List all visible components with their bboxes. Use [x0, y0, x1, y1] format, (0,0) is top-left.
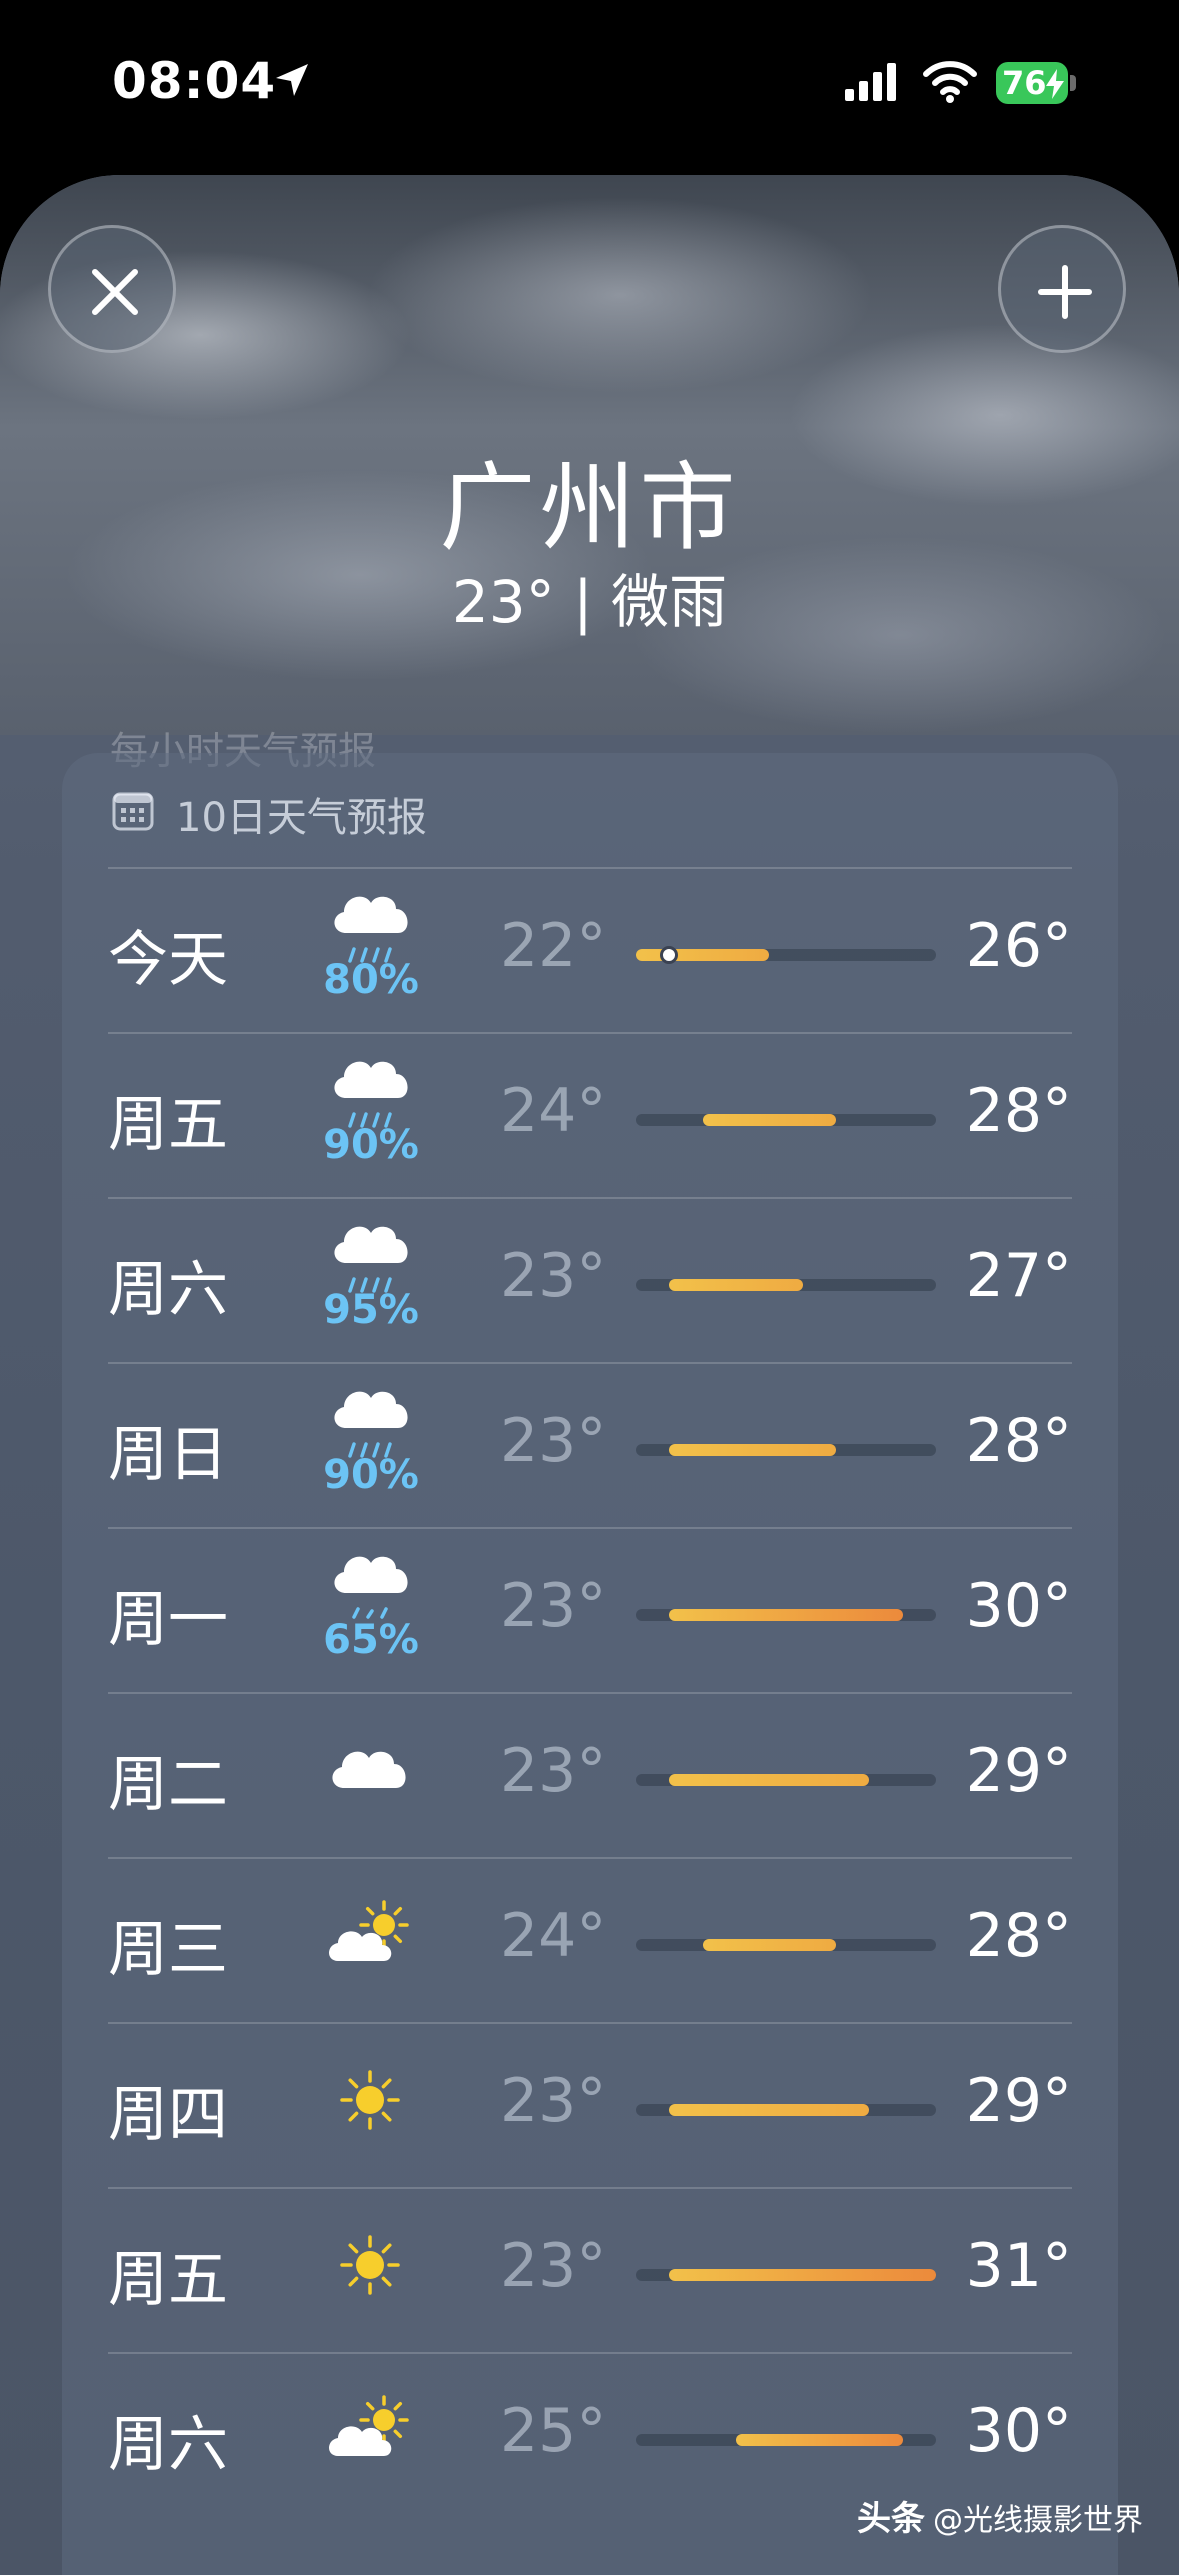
day-label: 周六 [108, 1255, 228, 1325]
low-temp: 23° [500, 1736, 607, 1806]
high-temp: 30° [965, 2396, 1072, 2466]
precip-chance: 80% [323, 957, 419, 1003]
low-temp: 23° [500, 2066, 607, 2136]
forecast-row[interactable]: 周一 65% 23° 30° [108, 1529, 1072, 1694]
temp-range-fill [702, 1114, 836, 1126]
temp-range-track [636, 1939, 936, 1951]
temp-range-fill [669, 1609, 903, 1621]
high-temp: 29° [965, 1736, 1072, 1806]
day-label: 周三 [108, 1915, 228, 1985]
forecast-row[interactable]: 周五 23° 31° [108, 2189, 1072, 2354]
forecast-row[interactable]: 周五 90% 24° 28° [108, 1034, 1072, 1199]
temp-range-track [636, 1114, 936, 1126]
high-temp: 27° [965, 1241, 1072, 1311]
temp-range-track [636, 2104, 936, 2116]
temp-range-track [636, 1279, 936, 1291]
temp-range-fill [669, 2104, 870, 2116]
temp-range-track [636, 2434, 936, 2446]
low-temp: 23° [500, 2231, 607, 2301]
battery-level: 76 [1002, 64, 1047, 102]
day-label: 周日 [108, 1420, 228, 1490]
low-temp: 22° [500, 911, 607, 981]
temp-range-fill [669, 1444, 836, 1456]
plus-icon [1038, 265, 1092, 319]
partly-cloudy-icon [329, 2395, 409, 2456]
temp-range-track [636, 1609, 936, 1621]
cloud-icon [332, 1751, 406, 1788]
wifi-icon [923, 61, 977, 103]
forecast-row[interactable]: 周二 23° 29° [108, 1694, 1072, 1859]
sun-icon [340, 2235, 400, 2295]
temp-range-track [636, 1444, 936, 1456]
cloud-rain-icon [334, 1061, 408, 1128]
day-label: 今天 [108, 925, 228, 995]
day-label: 周六 [108, 2410, 228, 2480]
temp-range-track [636, 946, 936, 964]
day-label: 周二 [108, 1750, 228, 1820]
current-conditions: 23° | 微雨 [451, 568, 728, 636]
calendar-icon [112, 792, 154, 831]
watermark-brand: 头条 [857, 2499, 925, 2539]
temp-range-fill [669, 1279, 803, 1291]
high-temp: 29° [965, 2066, 1072, 2136]
low-temp: 23° [500, 1571, 607, 1641]
temp-range-fill [669, 2269, 936, 2281]
battery-cap [1070, 75, 1076, 91]
precip-chance: 65% [323, 1617, 419, 1663]
low-temp: 24° [500, 1901, 607, 1971]
cloud-rain-icon [334, 1226, 408, 1293]
precip-chance: 90% [323, 1122, 419, 1168]
status-bar: 08:04 76 [0, 0, 1179, 175]
precip-chance: 90% [323, 1452, 419, 1498]
forecast-row[interactable]: 周四 23° 29° [108, 2024, 1072, 2189]
sun-icon [340, 2070, 400, 2130]
day-label: 周五 [108, 2245, 228, 2315]
battery-indicator: 76 [996, 62, 1080, 104]
low-temp: 23° [500, 1406, 607, 1476]
day-label: 周四 [108, 2080, 228, 2150]
day-label: 周一 [108, 1585, 228, 1655]
precip-chance: 95% [323, 1287, 419, 1333]
watermark-text: @光线摄影世界 [933, 2503, 1143, 2538]
high-temp: 30° [965, 1571, 1072, 1641]
cellular-signal-icon [845, 63, 896, 101]
add-city-button[interactable] [998, 225, 1126, 353]
close-button[interactable] [48, 225, 176, 353]
temp-range-fill [669, 1774, 870, 1786]
ten-day-forecast-panel[interactable]: 10日天气预报 今天 80% 22° 26° 周五 90% 24° 28° 周六 95% 23° 27… [62, 753, 1118, 2575]
watermark: 头条 @光线摄影世界 [857, 2491, 1143, 2540]
forecast-row[interactable]: 周日 90% 23° 28° [108, 1364, 1072, 1529]
high-temp: 31° [965, 2231, 1072, 2301]
cloud-rain-icon [334, 1391, 408, 1458]
charging-bolt-icon [1046, 69, 1064, 99]
close-icon [92, 269, 138, 315]
forecast-row[interactable]: 周六 95% 23° 27° [108, 1199, 1072, 1364]
low-temp: 25° [500, 2396, 607, 2466]
city-name: 广州市 [439, 452, 740, 564]
temp-range-fill [702, 1939, 836, 1951]
high-temp: 28° [965, 1901, 1072, 1971]
weather-card: 广州市 23° | 微雨 每小时天气预报 10日天气预报 今天 80% 22° 26°… [0, 175, 1179, 2575]
panel-title: 10日天气预报 [176, 795, 427, 841]
location-arrow-icon [276, 64, 308, 96]
high-temp: 28° [965, 1406, 1072, 1476]
high-temp: 28° [965, 1076, 1072, 1146]
low-temp: 24° [500, 1076, 607, 1146]
status-time: 08:04 [112, 52, 277, 110]
forecast-row[interactable]: 周三 24° 28° [108, 1859, 1072, 2024]
cloud-drizzle-icon [334, 1556, 408, 1619]
low-temp: 23° [500, 1241, 607, 1311]
temp-range-fill [736, 2434, 903, 2446]
high-temp: 26° [965, 911, 1072, 981]
day-label: 周五 [108, 1090, 228, 1160]
cloud-rain-icon [334, 896, 408, 963]
temp-range-fill [636, 949, 770, 961]
forecast-row[interactable]: 今天 80% 22° 26° [108, 869, 1072, 1034]
temp-range-track [636, 1774, 936, 1786]
temp-range-track [636, 2269, 936, 2281]
partly-cloudy-icon [329, 1900, 409, 1961]
current-temp-marker [660, 946, 679, 964]
